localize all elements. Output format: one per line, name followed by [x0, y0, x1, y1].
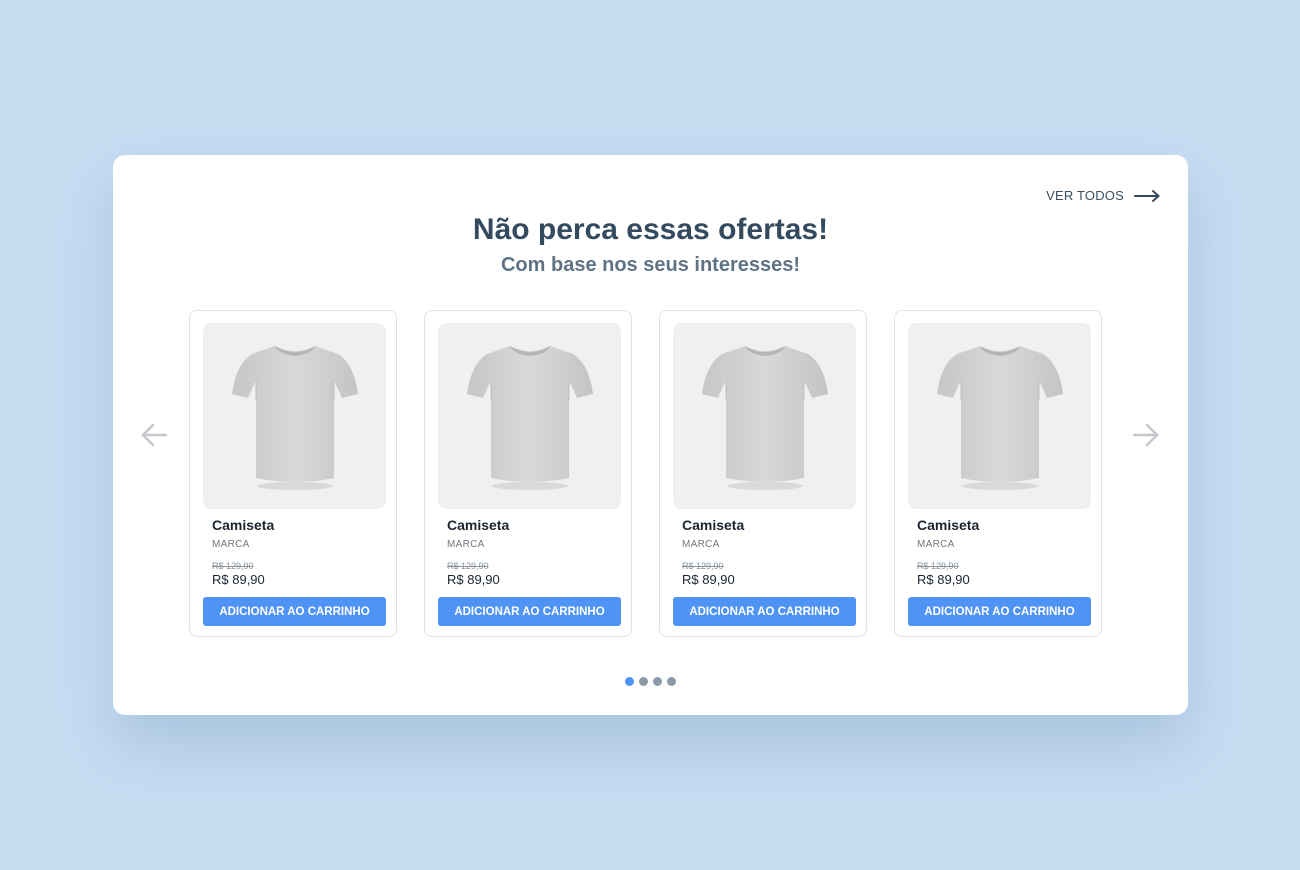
product-name[interactable]: Camiseta: [917, 517, 979, 533]
product-name[interactable]: Camiseta: [212, 517, 274, 533]
product-brand: MARCA: [917, 539, 955, 550]
carousel-dot[interactable]: [653, 677, 662, 686]
product-image[interactable]: [673, 323, 856, 509]
arrow-right-icon: [1132, 423, 1159, 447]
product-price: R$ 89,90: [917, 572, 970, 587]
carousel-dot[interactable]: [667, 677, 676, 686]
product-name[interactable]: Camiseta: [447, 517, 509, 533]
product-image[interactable]: [203, 323, 386, 509]
carousel-dot[interactable]: [639, 677, 648, 686]
product-brand: MARCA: [447, 539, 485, 550]
product-carousel: Camiseta MARCA R$ 129,90 R$ 89,90 ADICIO…: [189, 310, 1102, 637]
tshirt-icon: [231, 346, 358, 490]
add-to-cart-button[interactable]: ADICIONAR AO CARRINHO: [673, 597, 856, 626]
product-price: R$ 89,90: [682, 572, 735, 587]
section-subtitle: Com base nos seus interesses!: [500, 254, 800, 276]
add-to-cart-button[interactable]: ADICIONAR AO CARRINHO: [203, 597, 386, 626]
offers-panel: VER TODOS Não perca essas ofertas! Com b…: [113, 155, 1188, 715]
product-name[interactable]: Camiseta: [682, 517, 744, 533]
product-old-price: R$ 129,90: [917, 561, 959, 571]
arrow-right-icon: [1134, 189, 1160, 202]
tshirt-icon: [701, 346, 828, 490]
carousel-dot[interactable]: [625, 677, 634, 686]
see-all-link[interactable]: VER TODOS: [1046, 188, 1160, 203]
product-card[interactable]: Camiseta MARCA R$ 129,90 R$ 89,90 ADICIO…: [659, 310, 867, 637]
carousel-prev-button[interactable]: [140, 422, 168, 448]
product-old-price: R$ 129,90: [212, 561, 254, 571]
see-all-label: VER TODOS: [1046, 188, 1124, 203]
tshirt-icon: [466, 346, 593, 490]
carousel-pagination: [625, 677, 676, 686]
tshirt-icon: [936, 346, 1063, 490]
add-to-cart-button[interactable]: ADICIONAR AO CARRINHO: [438, 597, 621, 626]
product-old-price: R$ 129,90: [682, 561, 724, 571]
product-old-price: R$ 129,90: [447, 561, 489, 571]
arrow-left-icon: [141, 423, 168, 447]
product-price: R$ 89,90: [447, 572, 500, 587]
product-card[interactable]: Camiseta MARCA R$ 129,90 R$ 89,90 ADICIO…: [424, 310, 632, 637]
section-title: Não perca essas ofertas!: [472, 213, 829, 246]
product-card[interactable]: Camiseta MARCA R$ 129,90 R$ 89,90 ADICIO…: [894, 310, 1102, 637]
add-to-cart-button[interactable]: ADICIONAR AO CARRINHO: [908, 597, 1091, 626]
product-image[interactable]: [908, 323, 1091, 509]
product-brand: MARCA: [212, 539, 250, 550]
product-price: R$ 89,90: [212, 572, 265, 587]
product-brand: MARCA: [682, 539, 720, 550]
product-image[interactable]: [438, 323, 621, 509]
carousel-next-button[interactable]: [1132, 422, 1160, 448]
product-card[interactable]: Camiseta MARCA R$ 129,90 R$ 89,90 ADICIO…: [189, 310, 397, 637]
